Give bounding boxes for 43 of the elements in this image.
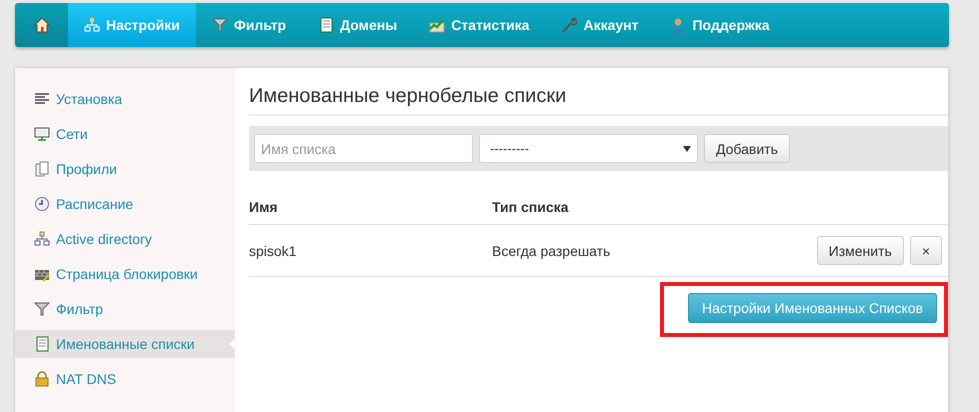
funnel-icon xyxy=(212,17,228,33)
sidebar-item[interactable]: Установка xyxy=(15,85,235,113)
sidebar-item[interactable]: NAT DNS xyxy=(15,365,235,393)
funnel-icon xyxy=(34,301,50,317)
text-lines-icon xyxy=(34,91,50,107)
page-title: Именованные чернобелые списки xyxy=(249,85,948,116)
sidebar-item[interactable]: Страница блокировки xyxy=(15,260,235,288)
nav-tab[interactable]: Настройки xyxy=(68,3,196,47)
network-icon xyxy=(34,231,50,247)
nav-tab[interactable]: Фильтр xyxy=(196,3,302,47)
column-header: Тип списка xyxy=(492,199,570,217)
padlock-icon xyxy=(34,371,50,387)
nav-tab[interactable]: Домены xyxy=(302,3,414,47)
notebook-icon xyxy=(318,17,334,33)
home-button[interactable] xyxy=(15,3,68,47)
column-header: Имя xyxy=(249,199,279,217)
network-icon xyxy=(84,17,100,33)
house-icon xyxy=(34,17,50,33)
list-name-field[interactable]: Имя списка xyxy=(254,134,473,163)
sidebar-item[interactable]: Расписание xyxy=(15,190,235,218)
sidebar-item[interactable]: Сети xyxy=(15,120,235,148)
sidebar-item[interactable]: Active directory xyxy=(15,225,235,253)
dropdown-arrow-icon xyxy=(683,146,691,152)
sidebar-item[interactable]: Именованные списки xyxy=(15,330,235,358)
documents-icon xyxy=(34,161,50,177)
add-button[interactable]: Добавить xyxy=(704,134,790,163)
clock-icon xyxy=(34,196,50,212)
delete-button[interactable]: × xyxy=(910,236,942,265)
list-type-select[interactable]: --------- xyxy=(479,134,698,163)
wrench-icon xyxy=(561,17,578,33)
settings-button[interactable]: Настройки Именованных Списков xyxy=(688,293,937,323)
edit-button[interactable]: Изменить xyxy=(816,236,904,265)
nav-tab[interactable]: Статистика xyxy=(413,3,546,47)
sidebar-item[interactable]: Профили xyxy=(15,155,235,183)
notebook-icon xyxy=(34,336,50,352)
person-icon xyxy=(670,17,686,33)
sidebar-item[interactable]: Фильтр xyxy=(15,295,235,323)
table-cell-text: spisok1 xyxy=(249,242,298,258)
monitor-icon xyxy=(34,126,50,142)
table-cell-text: Всегда разрешать xyxy=(492,242,612,258)
nav-tab[interactable]: Аккаунт xyxy=(545,3,654,47)
nav-tab[interactable]: Поддержка xyxy=(654,3,786,47)
chart-icon xyxy=(429,17,446,33)
